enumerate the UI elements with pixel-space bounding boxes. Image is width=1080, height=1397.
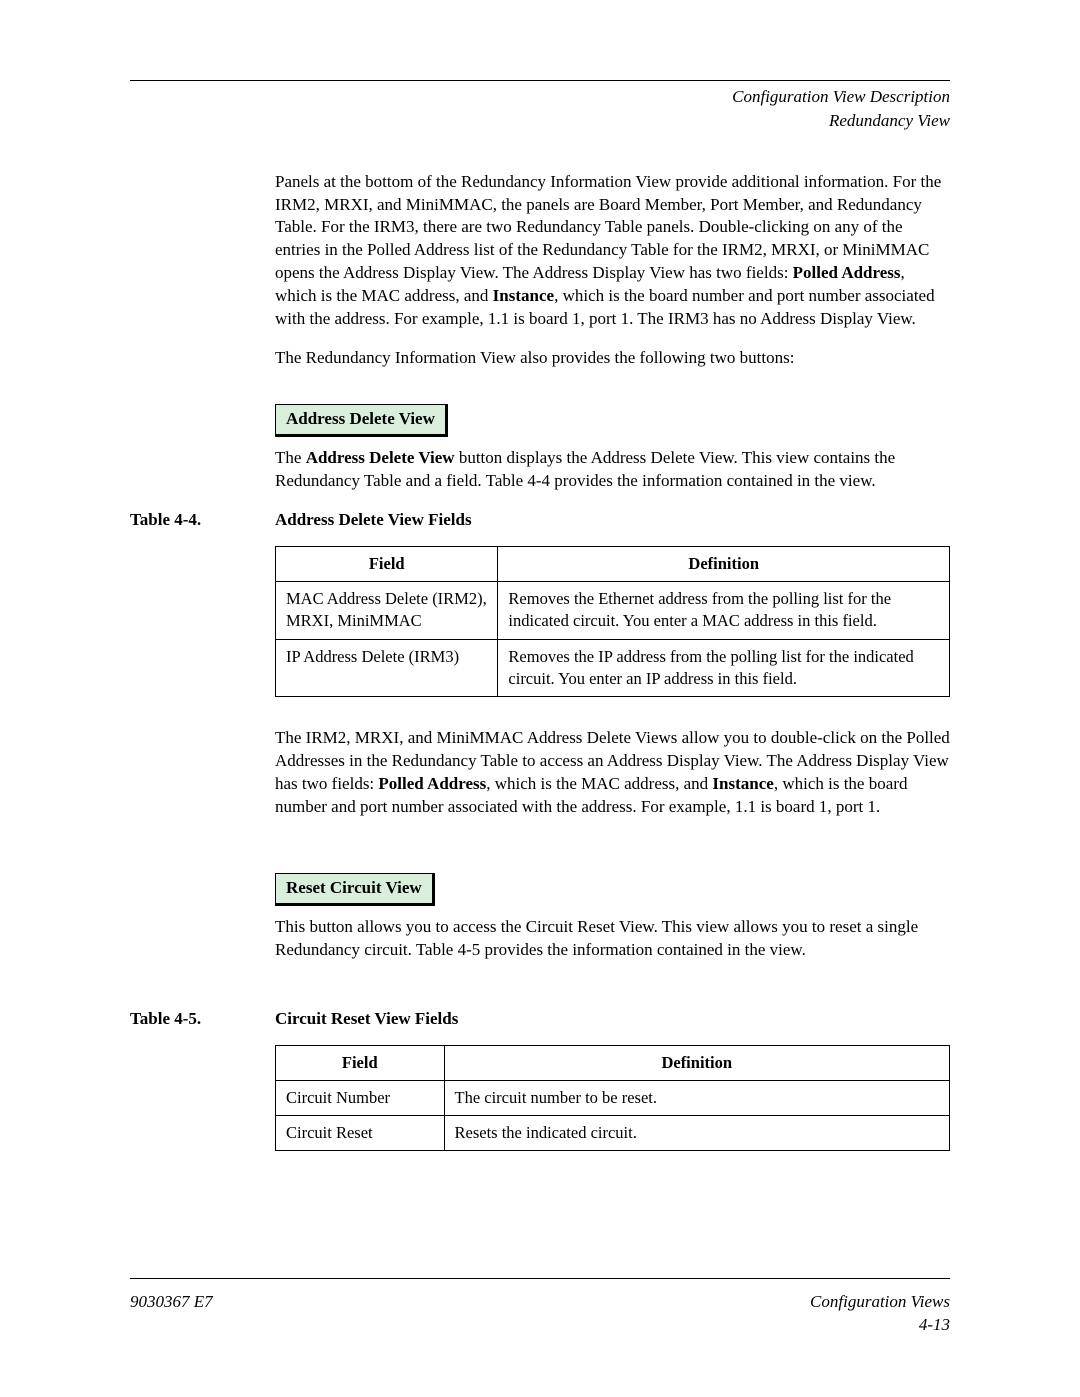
para-intro: Panels at the bottom of the Redundancy I… [275, 171, 950, 332]
table-row: MAC Address Delete (IRM2), MRXI, MiniMMA… [276, 582, 950, 640]
running-header: Configuration View Description Redundanc… [130, 85, 950, 133]
table-row: Field Definition [276, 546, 950, 581]
para-adv-detail-c: , which is the MAC address, and [486, 774, 712, 793]
polled-address-bold: Polled Address [793, 263, 901, 282]
running-header-line2: Redundancy View [130, 109, 950, 133]
table-4-5: Field Definition Circuit Number The circ… [275, 1045, 950, 1152]
para-adv-detail: The IRM2, MRXI, and MiniMMAC Address Del… [275, 727, 950, 819]
table-4-5-title: Circuit Reset View Fields [275, 1008, 950, 1031]
footer-right: Configuration Views 4-13 [810, 1291, 950, 1337]
polled-address-bold-2: Polled Address [378, 774, 486, 793]
td-field: Circuit Reset [276, 1116, 445, 1151]
table-row: Circuit Number The circuit number to be … [276, 1080, 950, 1115]
para-buttons-intro: The Redundancy Information View also pro… [275, 347, 950, 370]
running-header-line1: Configuration View Description [130, 85, 950, 109]
th-definition: Definition [498, 546, 950, 581]
table-row: Circuit Reset Resets the indicated circu… [276, 1116, 950, 1151]
instance-bold: Instance [493, 286, 554, 305]
para-address-delete: The Address Delete View button displays … [275, 447, 950, 493]
table-4-4: Field Definition MAC Address Delete (IRM… [275, 546, 950, 697]
para-reset-circuit: This button allows you to access the Cir… [275, 916, 950, 962]
table-4-5-caption: Table 4-5. Circuit Reset View Fields [130, 1008, 950, 1031]
td-definition: The circuit number to be reset. [444, 1080, 950, 1115]
th-field: Field [276, 546, 498, 581]
page: Configuration View Description Redundanc… [0, 0, 1080, 1397]
page-footer: 9030367 E7 Configuration Views 4-13 [130, 1291, 950, 1337]
table-row: Field Definition [276, 1045, 950, 1080]
table-4-4-caption: Table 4-4. Address Delete View Fields [130, 509, 950, 532]
td-field: MAC Address Delete (IRM2), MRXI, MiniMMA… [276, 582, 498, 640]
footer-page-number: 4-13 [810, 1314, 950, 1337]
table-4-4-label: Table 4-4. [130, 509, 275, 532]
td-field: Circuit Number [276, 1080, 445, 1115]
table-4-5-label: Table 4-5. [130, 1008, 275, 1031]
td-definition: Removes the IP address from the polling … [498, 639, 950, 697]
th-field: Field [276, 1045, 445, 1080]
table-row: IP Address Delete (IRM3) Removes the IP … [276, 639, 950, 697]
address-delete-view-button[interactable]: Address Delete View [275, 404, 448, 437]
footer-right-title: Configuration Views [810, 1291, 950, 1314]
top-rule [130, 80, 950, 81]
body-content: Panels at the bottom of the Redundancy I… [275, 171, 950, 1152]
th-definition: Definition [444, 1045, 950, 1080]
instance-bold-2: Instance [712, 774, 773, 793]
footer-left: 9030367 E7 [130, 1291, 213, 1337]
td-definition: Resets the indicated circuit. [444, 1116, 950, 1151]
para-adv-a: The [275, 448, 306, 467]
reset-circuit-view-button[interactable]: Reset Circuit View [275, 873, 435, 906]
adv-bold: Address Delete View [306, 448, 455, 467]
bottom-rule [130, 1278, 950, 1279]
td-definition: Removes the Ethernet address from the po… [498, 582, 950, 640]
table-4-4-title: Address Delete View Fields [275, 509, 950, 532]
td-field: IP Address Delete (IRM3) [276, 639, 498, 697]
